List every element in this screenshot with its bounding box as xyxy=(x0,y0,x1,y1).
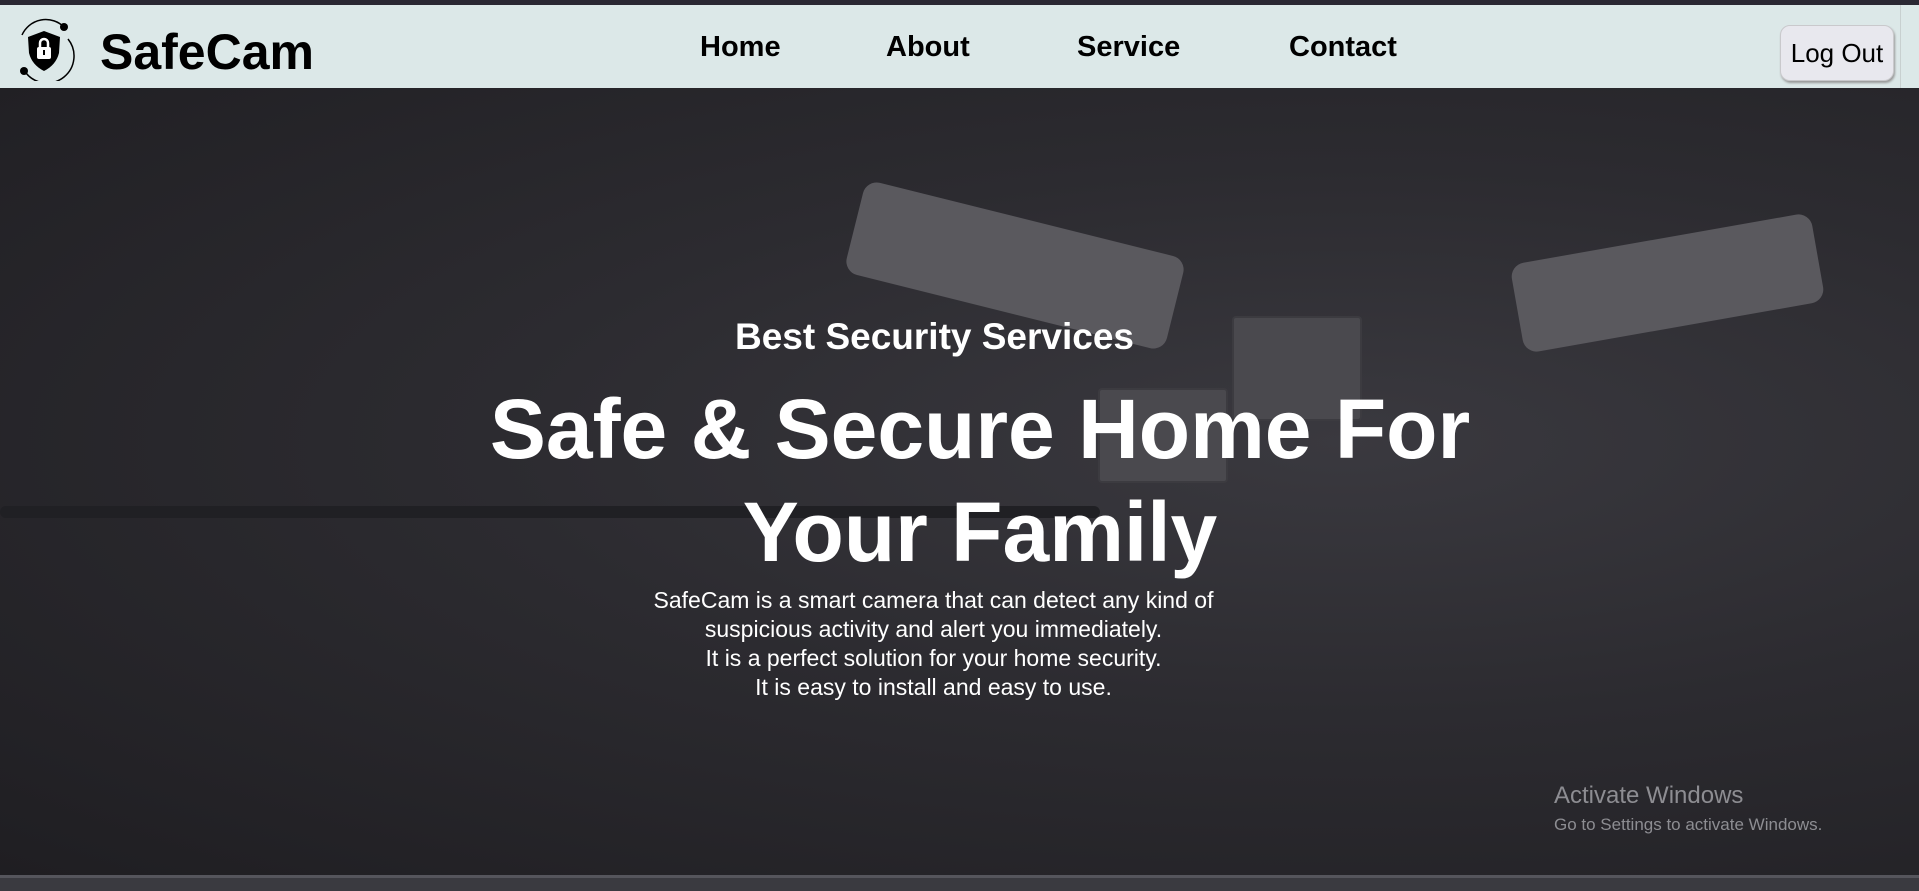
hero-title-line: Safe & Secure Home For xyxy=(489,382,1471,476)
navbar: SafeCam Home About Service Contact Log O… xyxy=(0,5,1900,88)
activate-windows-subtitle: Go to Settings to activate Windows. xyxy=(1554,815,1823,834)
scrollbar[interactable] xyxy=(1900,5,1919,88)
hero-title-line: Your Family xyxy=(742,485,1218,579)
nav-contact[interactable]: Contact xyxy=(1289,31,1397,64)
page-bottom-edge xyxy=(0,875,1919,891)
hero-section: Best Security Services Safe & Secure Hom… xyxy=(0,88,1919,875)
description-line: suspicious activity and alert you immedi… xyxy=(704,616,1163,642)
hero-description: SafeCam is a smart camera that can detec… xyxy=(0,586,1893,702)
description-line: SafeCam is a smart camera that can detec… xyxy=(653,587,1214,613)
nav-about[interactable]: About xyxy=(886,31,970,64)
brand-name: SafeCam xyxy=(100,24,314,80)
logout-button[interactable]: Log Out xyxy=(1780,25,1894,81)
hero-subtitle: Best Security Services xyxy=(734,316,1134,357)
activate-windows-title: Activate Windows xyxy=(1554,782,1744,809)
nav-home[interactable]: Home xyxy=(700,31,781,64)
shield-lock-icon xyxy=(20,18,75,81)
hero-title: Safe & Secure Home For Your Family xyxy=(0,378,1919,584)
description-line: It is a perfect solution for your home s… xyxy=(705,645,1162,671)
description-line: It is easy to install and easy to use. xyxy=(755,674,1112,700)
nav-service[interactable]: Service xyxy=(1077,31,1180,64)
